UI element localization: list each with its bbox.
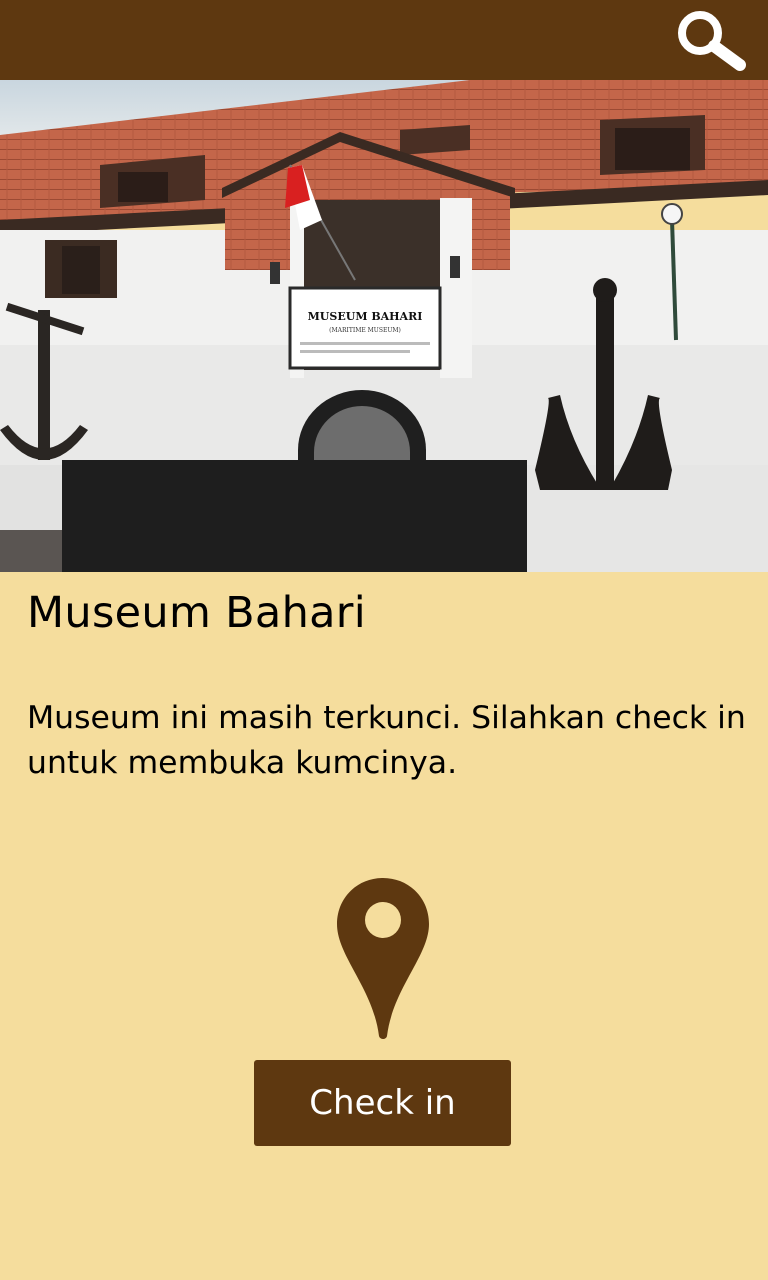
- location-pin-icon: [337, 878, 429, 1039]
- search-icon: [678, 11, 746, 71]
- museum-title: Museum Bahari: [27, 588, 366, 638]
- sign-subtitle: (MARITIME MUSEUM): [329, 327, 401, 334]
- sign-title: MUSEUM BAHARI: [308, 310, 423, 323]
- locked-message: Museum ini masih terkunci. Silahkan chec…: [27, 700, 746, 781]
- app-header: [0, 0, 768, 80]
- search-button[interactable]: [670, 4, 750, 74]
- museum-photo: MUSEUM BAHARI (MARITIME MUSEUM): [0, 80, 768, 572]
- check-in-button[interactable]: Check in: [254, 1060, 511, 1146]
